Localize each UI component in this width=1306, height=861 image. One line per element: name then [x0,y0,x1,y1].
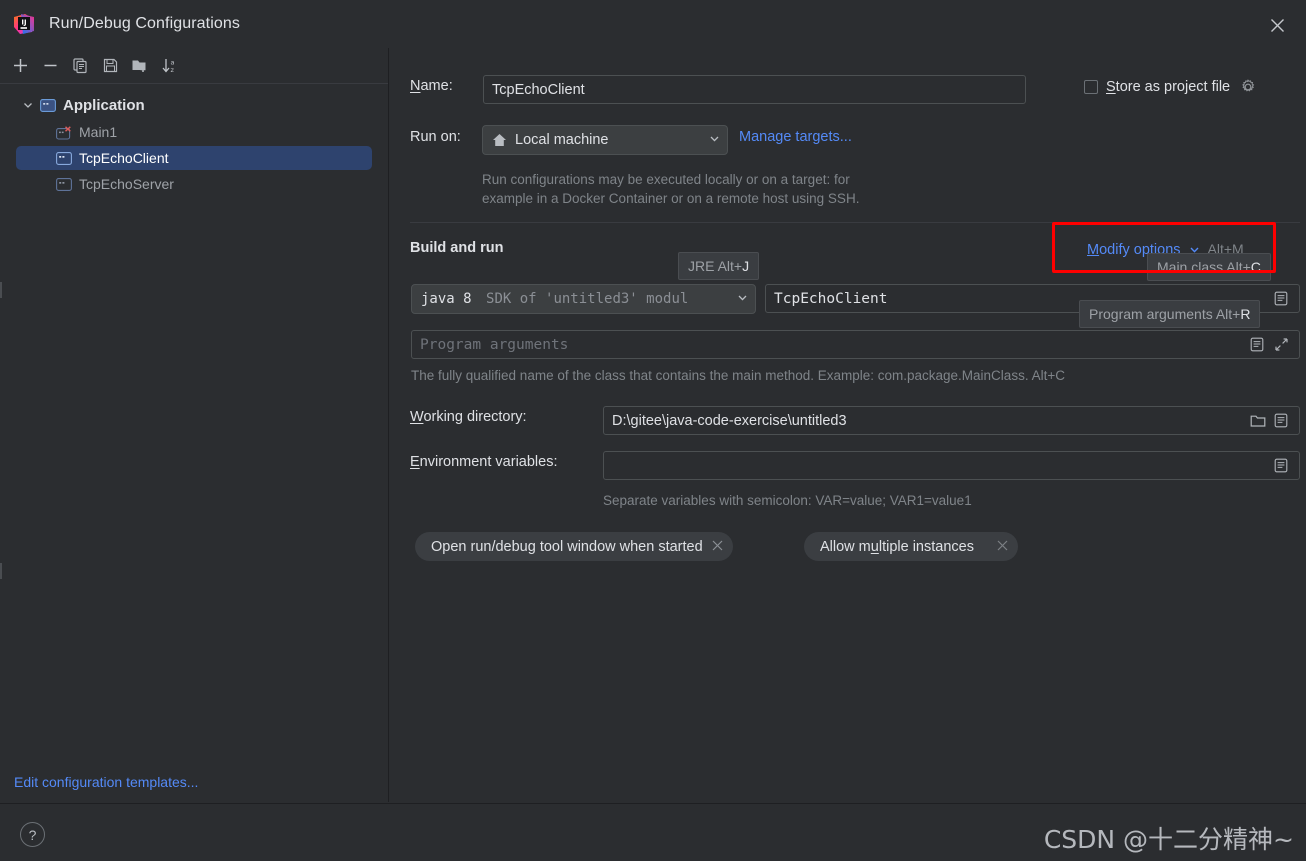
tree-group-application[interactable]: Application [16,92,372,118]
chip-allow-multiple-instances: Allow multiple instances [804,532,1018,561]
chip-label: Allow multiple instances [820,538,974,555]
dialog-footer: ? OK Cancel Apply [0,803,1306,861]
application-config-icon [40,99,56,112]
environment-variables-label: Environment variables: [410,454,558,470]
build-and-run-title: Build and run [410,240,504,256]
run-on-hint: Run configurations may be executed local… [482,170,1042,208]
name-input[interactable]: TcpEchoClient [483,75,1026,104]
environment-variables-row: Environment variables: [410,454,558,470]
application-config-icon [56,152,72,165]
dialog-title: Run/Debug Configurations [49,15,240,32]
expand-arrows-icon[interactable] [1271,334,1291,356]
scroll-edge-nub-top [0,282,2,298]
program-arguments-shortcut-tooltip: Program arguments Alt+ R [1079,300,1261,328]
close-icon[interactable] [997,539,1008,554]
svg-text:z: z [171,66,175,74]
environment-variables-input[interactable] [603,451,1300,480]
chip-open-run-debug-tool-window: Open run/debug tool window when started [415,532,733,561]
working-directory-label: Working directory: [410,409,527,425]
sidebar-toolbar: a z [0,48,388,84]
tree-item-label: TcpEchoServer [79,176,174,192]
working-directory-input[interactable]: D:\gitee\java-code-exercise\untitled3 [603,406,1300,435]
name-label: Name: [410,78,453,94]
list-expand-icon[interactable] [1271,410,1291,432]
configurations-tree: Application Main1 TcpEchoClient TcpEchoS… [0,84,388,196]
list-expand-icon[interactable] [1247,334,1267,356]
manage-targets-link[interactable]: Manage targets... [739,129,852,145]
new-folder-button[interactable] [126,52,154,80]
chip-label: Open run/debug tool window when started [431,538,703,555]
dialog-titlebar: IJ Run/Debug Configurations [0,0,1306,48]
home-icon [492,133,507,147]
configuration-form: Name: TcpEchoClient Store as project fil… [390,48,1306,802]
run-on-label: Run on: [410,129,461,145]
run-on-hint-line2: example in a Docker Container or on a re… [482,191,860,206]
program-arguments-placeholder: Program arguments [420,336,569,353]
intellij-idea-logo-icon: IJ [13,13,35,35]
store-as-project-file-label: Store as project file [1106,79,1231,95]
jre-shortcut-tooltip: JRE Alt+ J [678,252,760,280]
working-directory-value: D:\gitee\java-code-exercise\untitled3 [612,412,847,429]
chevron-down-icon [22,99,36,111]
tree-item-label: Main1 [79,124,118,140]
svg-text:IJ: IJ [21,19,26,27]
main-class-tooltip-text: Main class Alt+ [1157,259,1251,275]
jre-value-bold: java 8 [421,291,472,307]
application-config-error-icon [56,126,72,140]
save-configuration-button[interactable] [96,52,124,80]
tree-item-tcpechoserver[interactable]: TcpEchoServer [16,172,372,196]
tree-item-main1[interactable]: Main1 [16,120,372,144]
configurations-sidebar: a z Application Main1 TcpEchoClient TcpE… [0,48,389,802]
run-on-dropdown[interactable]: Local machine [482,125,728,155]
jre-tooltip-text: JRE Alt+ [688,258,743,274]
run-on-row: Run on: [410,129,461,145]
chevron-down-icon [708,132,721,149]
application-config-icon [56,178,72,191]
close-icon[interactable] [712,539,723,554]
list-expand-icon[interactable] [1271,288,1291,310]
jre-tooltip-key: J [742,258,750,274]
main-class-shortcut-tooltip: Main class Alt+ C [1147,253,1271,281]
scroll-edge-nub-bottom [0,563,2,579]
working-directory-row: Working directory: [410,409,527,425]
run-debug-configurations-dialog: IJ Run/Debug Configurations a z Applicat… [0,0,1306,861]
main-class-tooltip-key: C [1250,259,1261,275]
run-on-value: Local machine [515,132,609,148]
program-args-tooltip-text: Program arguments Alt+ [1089,306,1241,322]
tree-item-label: TcpEchoClient [79,150,169,166]
program-arguments-input[interactable]: Program arguments [411,330,1300,359]
jre-value-rest: SDK of 'untitled3' modul [486,291,689,307]
jre-dropdown[interactable]: java 8 SDK of 'untitled3' modul [411,284,756,314]
list-expand-icon[interactable] [1271,455,1291,477]
copy-configuration-button[interactable] [66,52,94,80]
main-class-hint: The fully qualified name of the class th… [411,368,1065,383]
edit-configuration-templates-link[interactable]: Edit configuration templates... [14,774,198,790]
chevron-down-icon [736,291,749,308]
environment-variables-hint: Separate variables with semicolon: VAR=v… [603,493,972,508]
store-as-project-file-row[interactable]: Store as project file [1084,76,1258,98]
close-icon[interactable] [1264,12,1290,38]
name-row: Name: [410,78,453,94]
question-mark-icon[interactable]: ? [20,822,45,847]
add-configuration-button[interactable] [6,52,34,80]
sort-configurations-button[interactable]: a z [156,52,184,80]
tree-group-label: Application [63,96,145,114]
name-input-value: TcpEchoClient [492,81,585,98]
remove-configuration-button[interactable] [36,52,64,80]
section-divider [410,222,1300,223]
run-on-hint-line1: Run configurations may be executed local… [482,172,850,187]
store-as-project-file-checkbox[interactable] [1084,80,1098,94]
folder-icon[interactable] [1248,410,1268,432]
program-args-tooltip-key: R [1240,306,1251,322]
tree-item-tcpechoclient[interactable]: TcpEchoClient [16,146,372,170]
gear-icon[interactable] [1238,76,1258,98]
